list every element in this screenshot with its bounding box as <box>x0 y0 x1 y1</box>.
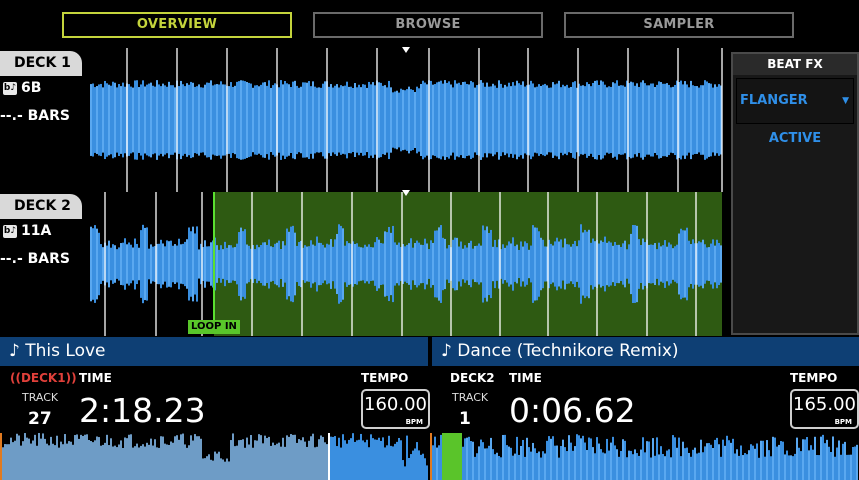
loop-in-label: LOOP IN <box>188 320 240 334</box>
deck1-key-value: 6B <box>21 80 42 96</box>
player1-tempo-label: TEMPO <box>361 371 409 385</box>
key-icon: b♪ <box>3 224 17 238</box>
player1-track-label: TRACK <box>22 391 59 404</box>
deck1-label: DECK 1 <box>0 51 82 76</box>
player2-title: Dance (Technikore Remix) <box>457 341 679 361</box>
beat-fx-panel: BEAT FX FLANGER ▼ ACTIVE <box>731 52 859 335</box>
player1-title-bar: ♪ This Love <box>0 337 428 366</box>
deck2-key: b♪ 11A <box>3 223 51 239</box>
beat-fx-select[interactable]: FLANGER ▼ <box>736 78 854 124</box>
player1-overview-waveform[interactable] <box>0 433 430 480</box>
deck1-playhead-icon <box>402 47 410 53</box>
player1-tempo-unit: BPM <box>405 418 423 426</box>
player1-deck: ((DECK1)) <box>10 371 77 385</box>
player2-tempo: 165.00 <box>793 394 856 415</box>
deck1-key: b♪ 6B <box>3 80 41 96</box>
beat-fx-status[interactable]: ACTIVE <box>733 131 857 146</box>
player2-tempo-unit: BPM <box>834 418 852 426</box>
player2-title-bar: ♪ Dance (Technikore Remix) <box>432 337 859 366</box>
deck1-bars: --.- BARS <box>0 108 70 124</box>
player1-tempo: 160.00 <box>364 394 427 415</box>
beat-fx-effect: FLANGER <box>740 93 808 108</box>
player2-loop-marker <box>442 433 462 480</box>
deck2-label: DECK 2 <box>0 194 82 219</box>
deck2-playhead-icon <box>402 190 410 196</box>
tab-sampler[interactable]: SAMPLER <box>564 12 794 38</box>
player1-track-number: 27 <box>28 409 52 429</box>
deck2-bars: --.- BARS <box>0 251 70 267</box>
dropdown-arrow-icon: ▼ <box>842 96 849 106</box>
player1-deck-label: DECK1 <box>20 371 66 385</box>
key-icon: b♪ <box>3 81 17 95</box>
player1-time-label: TIME <box>79 371 112 385</box>
music-note-icon: ♪ <box>9 341 20 361</box>
beat-fx-title: BEAT FX <box>733 54 857 75</box>
deck2-waveform[interactable] <box>90 192 724 336</box>
player2-tempo-label: TEMPO <box>790 371 838 385</box>
player1-time: 2:18.23 <box>79 391 206 430</box>
player2-tempo-box: 165.00 BPM <box>790 389 859 429</box>
deck2-key-value: 11A <box>21 223 52 239</box>
player1-position-marker <box>328 433 330 480</box>
player2-overview-waveform[interactable] <box>430 433 859 480</box>
player2-time-label: TIME <box>509 371 542 385</box>
player2-deck: DECK2 <box>450 371 495 385</box>
tab-browse[interactable]: BROWSE <box>313 12 543 38</box>
tab-overview[interactable]: OVERVIEW <box>62 12 292 38</box>
player2-track-label: TRACK <box>452 391 489 404</box>
player2-track-number: 1 <box>459 409 471 429</box>
player2-time: 0:06.62 <box>509 391 636 430</box>
deck1-waveform[interactable] <box>90 48 724 192</box>
player1-tempo-box: 160.00 BPM <box>361 389 430 429</box>
player1-title: This Love <box>25 341 106 361</box>
music-note-icon: ♪ <box>441 341 452 361</box>
